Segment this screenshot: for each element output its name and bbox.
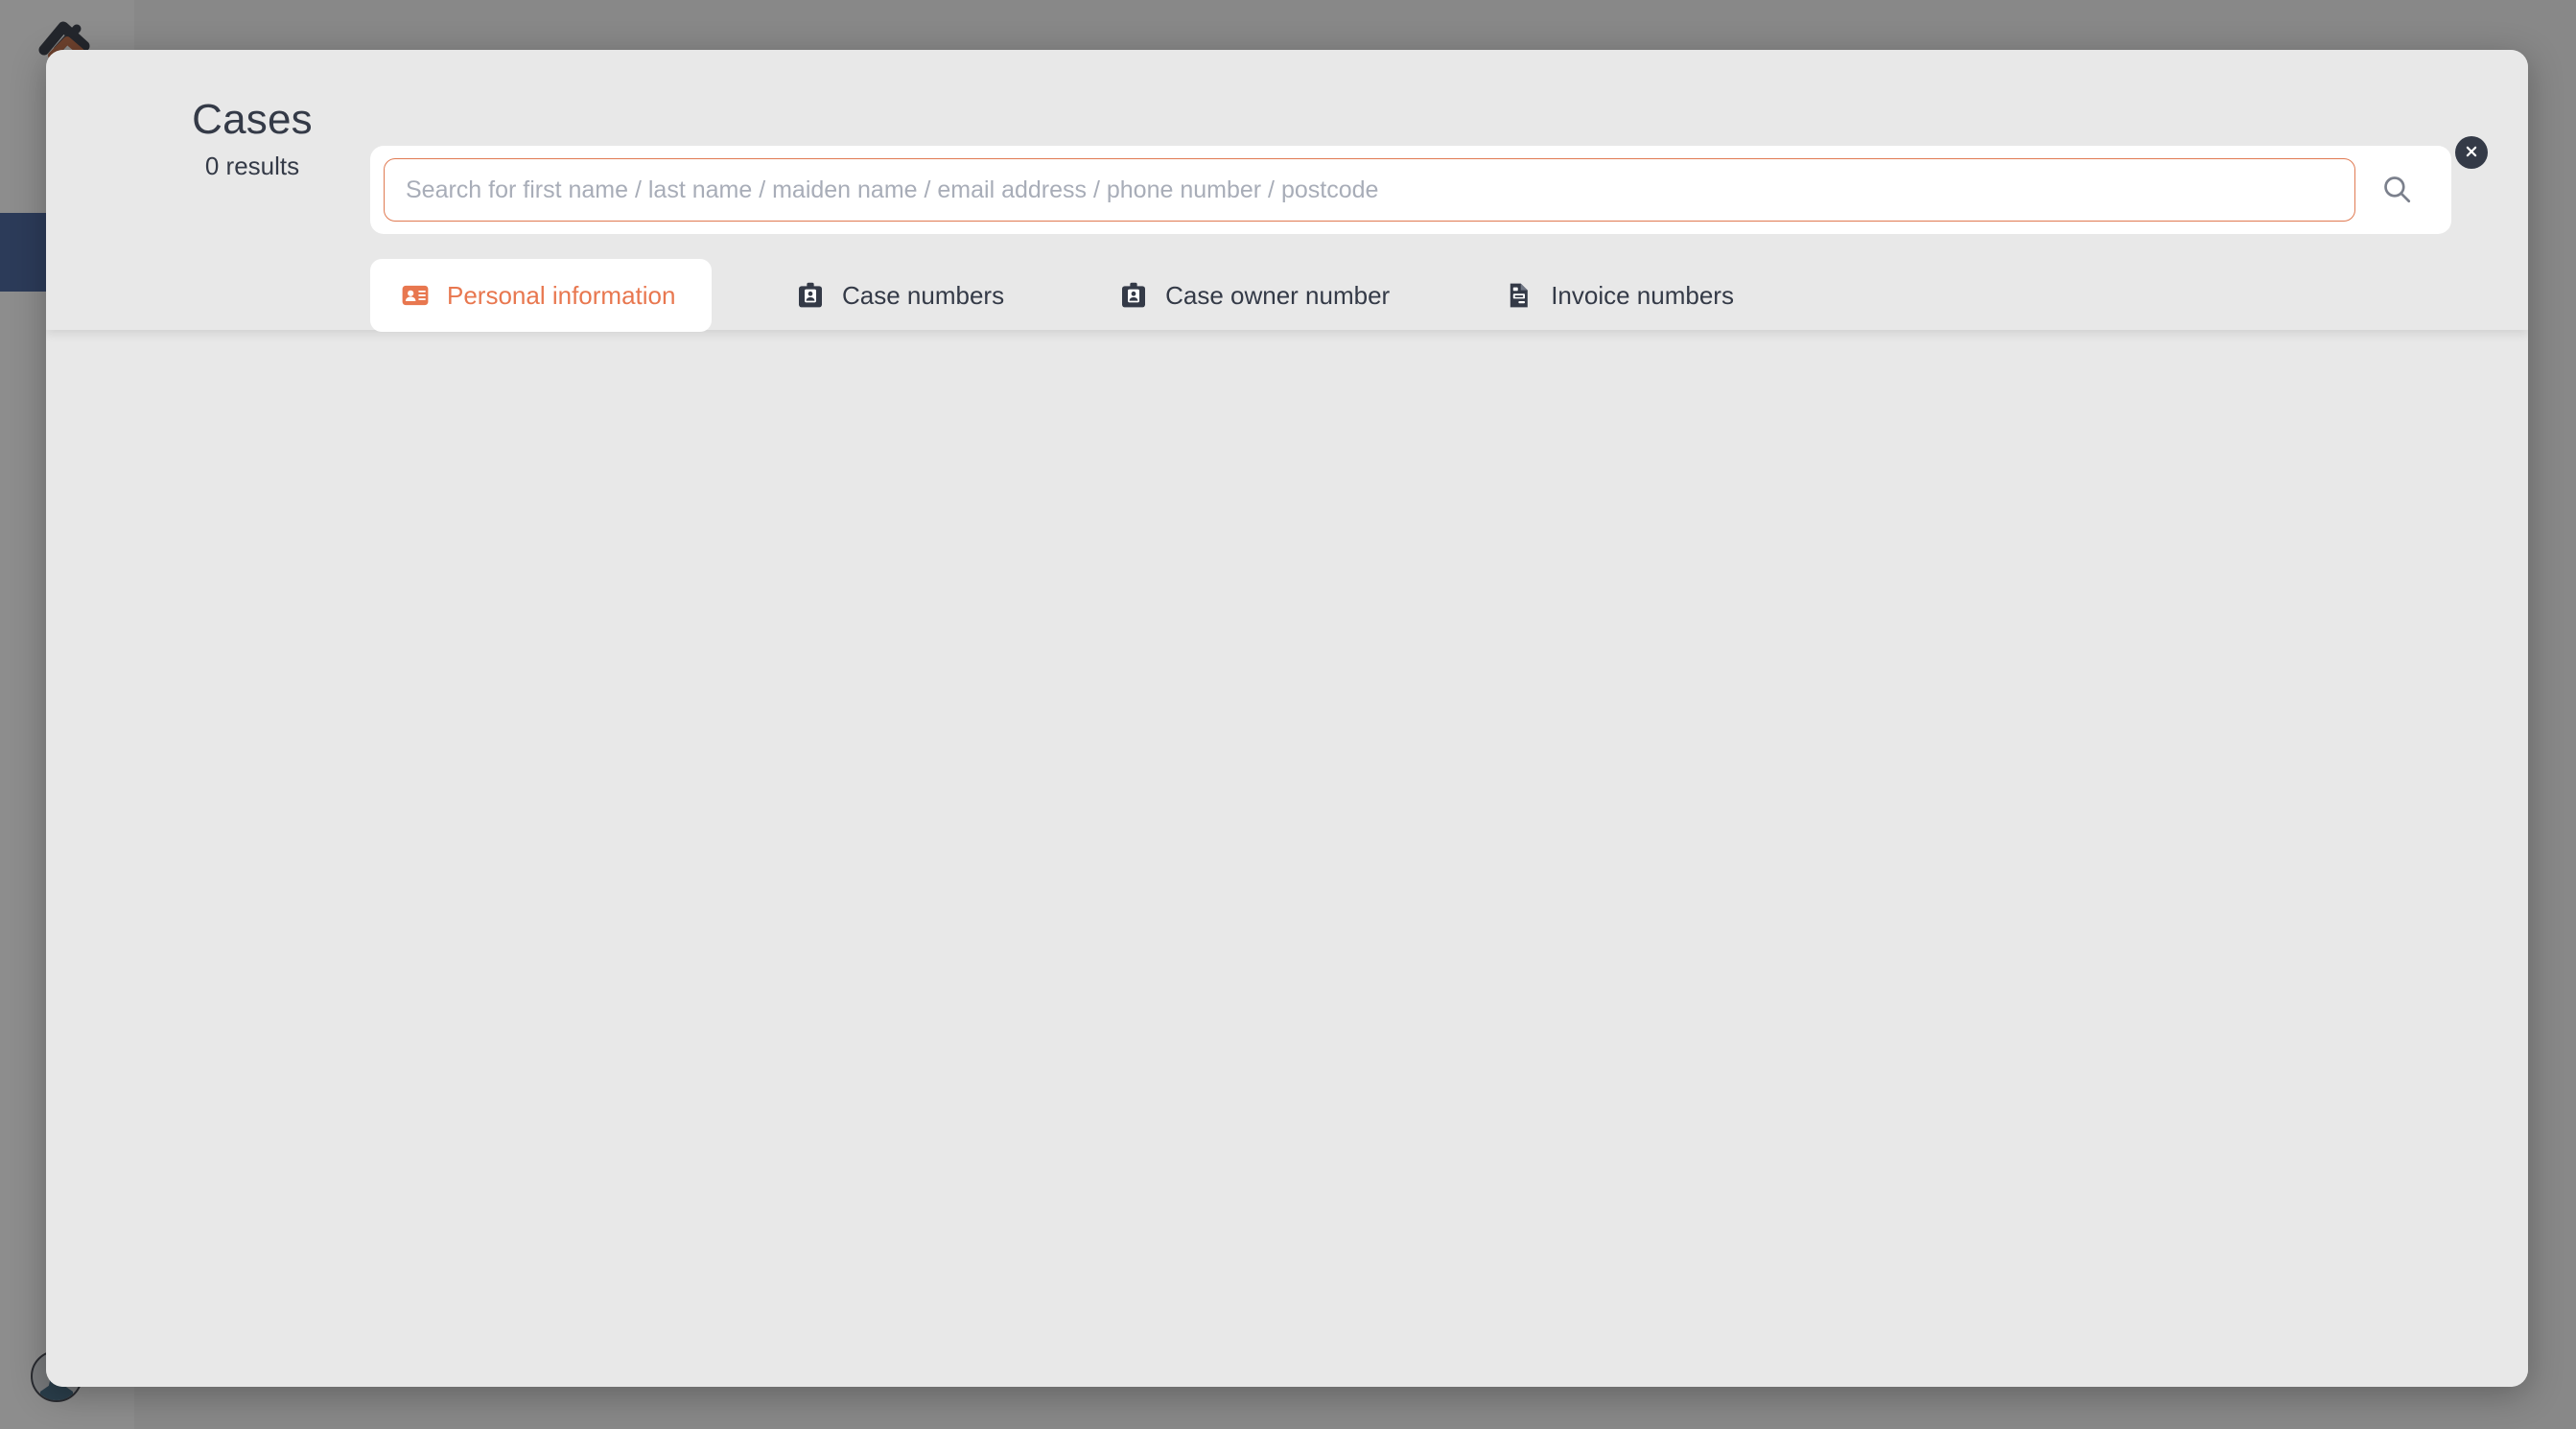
tab-label: Case owner number — [1165, 280, 1391, 310]
search-submit-button[interactable] — [2355, 158, 2438, 222]
invoice-document-icon — [1505, 281, 1534, 310]
tab-case-owner-number[interactable]: Case owner number — [1089, 259, 1420, 332]
title-block: Cases 0 results — [132, 96, 372, 181]
tab-label: Case numbers — [842, 280, 1005, 310]
cases-search-modal: Cases 0 results Search for first name / … — [46, 50, 2528, 1387]
tab-label: Invoice numbers — [1551, 280, 1734, 310]
modal-header: Cases 0 results Search for first name / … — [46, 50, 2528, 332]
search-input[interactable] — [384, 158, 2355, 222]
tab-label: Personal information — [447, 280, 676, 310]
id-card-icon — [401, 281, 430, 310]
close-button[interactable] — [2455, 136, 2488, 169]
tab-invoice-numbers[interactable]: Invoice numbers — [1474, 259, 1765, 332]
search-results-area — [46, 330, 2528, 1387]
page-title: Cases — [192, 96, 313, 143]
tab-case-numbers[interactable]: Case numbers — [765, 259, 1035, 332]
tab-personal-information[interactable]: Personal information — [370, 259, 712, 332]
results-count: 0 results — [204, 152, 300, 181]
tab-spacer — [1035, 295, 1089, 296]
search-type-tab-bar: Personal information Case numbers Case o… — [370, 259, 1765, 332]
search-icon — [2380, 173, 2413, 208]
tab-spacer — [712, 295, 765, 296]
id-badge-icon — [796, 281, 825, 310]
tab-spacer — [1420, 295, 1474, 296]
close-icon — [2463, 143, 2480, 163]
search-card — [370, 146, 2451, 234]
id-badge-icon — [1119, 281, 1148, 310]
